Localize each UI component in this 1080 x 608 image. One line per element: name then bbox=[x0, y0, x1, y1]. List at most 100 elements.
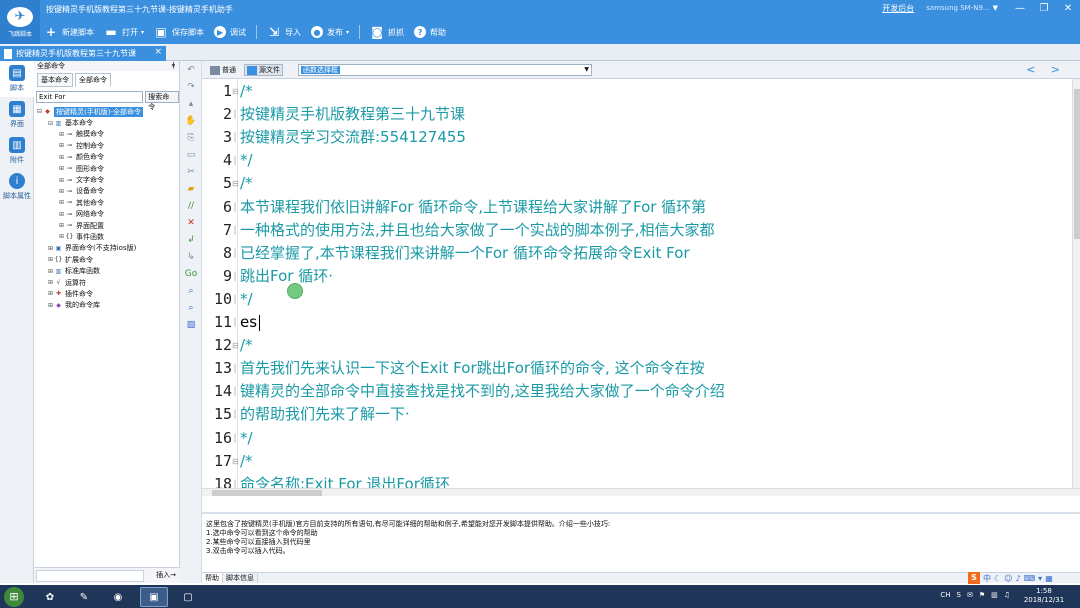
paste-icon[interactable]: ▭ bbox=[180, 146, 202, 163]
rail-item-script[interactable]: ▤ 脚本 bbox=[0, 61, 34, 97]
ime-lang[interactable]: 中 bbox=[983, 573, 991, 584]
expand-icon[interactable]: ⊞ bbox=[58, 165, 65, 172]
tree-node[interactable]: ⊞{} 事件函数 bbox=[34, 231, 179, 242]
grid-icon[interactable]: ▦ bbox=[1045, 574, 1053, 583]
tray-chat-icon[interactable]: ✉ bbox=[967, 591, 973, 599]
taskbar-brush-app-icon[interactable]: ✎ bbox=[70, 587, 98, 607]
open-button[interactable]: ▬ 打开 ▾ bbox=[104, 25, 144, 39]
shirt-icon[interactable]: ▾ bbox=[1038, 574, 1042, 583]
expand-icon[interactable]: ⊞ bbox=[58, 177, 65, 184]
minimize-button[interactable]: — bbox=[1008, 3, 1032, 14]
tray-network-icon[interactable]: ▥ bbox=[991, 591, 998, 599]
tab-close-icon[interactable]: × bbox=[154, 47, 162, 57]
taskbar-network-app-icon[interactable]: ✿ bbox=[36, 587, 64, 607]
indent-icon[interactable]: ↲ bbox=[180, 231, 202, 248]
mic-icon[interactable]: ♪ bbox=[1016, 574, 1021, 583]
outdent-icon[interactable]: ↳ bbox=[180, 248, 202, 265]
save-script-button[interactable]: ▣ 保存脚本 bbox=[154, 25, 204, 39]
code-line[interactable]: 5 ⊟/* bbox=[202, 172, 1072, 195]
publish-dropdown-icon[interactable]: ▾ bbox=[346, 29, 349, 36]
publish-button[interactable]: ● 发布 ▾ bbox=[311, 26, 349, 38]
tree-node[interactable]: ⊞ ✚ 插件命令 bbox=[34, 288, 179, 299]
scroll-thumb[interactable] bbox=[1074, 89, 1080, 239]
code-line[interactable]: 15 │ 的帮助我们先来了解一下· bbox=[202, 403, 1072, 426]
editor-vertical-scrollbar[interactable] bbox=[1072, 79, 1080, 488]
redo-icon[interactable]: ↷ bbox=[180, 78, 202, 95]
expand-icon[interactable]: ⊞ bbox=[47, 302, 54, 309]
tray-flag-icon[interactable]: ⚑ bbox=[979, 591, 985, 599]
expand-icon[interactable]: ⊞ bbox=[58, 188, 65, 195]
tray-sogou-icon[interactable]: S bbox=[956, 591, 960, 599]
tree-node[interactable]: ⊞ ⊸ 颜色命令 bbox=[34, 152, 179, 163]
replace-icon[interactable]: ⌕ bbox=[180, 299, 202, 316]
expand-icon[interactable]: ⊟ bbox=[47, 120, 54, 127]
tab-script-info[interactable]: 脚本信息 bbox=[223, 573, 258, 583]
code-line[interactable]: 16 │ */ bbox=[202, 427, 1072, 450]
insert-button[interactable]: 插入→ bbox=[156, 570, 176, 580]
tree-node[interactable]: ⊞ ⊸ 文字命令 bbox=[34, 174, 179, 185]
help-button[interactable]: ? 帮助 bbox=[414, 26, 446, 38]
tree-node[interactable]: ⊞ ⊸ 其他命令 bbox=[34, 197, 179, 208]
import-button[interactable]: ⇲ 导入 bbox=[267, 25, 301, 39]
expand-icon[interactable]: ⊞ bbox=[58, 154, 65, 161]
editor-horizontal-scrollbar[interactable] bbox=[202, 488, 1080, 496]
tree-node[interactable]: ⊞ ⊸ 触摸命令 bbox=[34, 129, 179, 140]
rail-item-ui[interactable]: ▦ 界面 bbox=[0, 97, 34, 133]
tree-node[interactable]: ⊟ ▥ 基本命令 bbox=[34, 117, 179, 128]
scroll-thumb[interactable] bbox=[212, 490, 322, 496]
copy-icon[interactable]: ⎘ bbox=[180, 129, 202, 146]
tree-node[interactable]: ⊞ √ 运算符 bbox=[34, 277, 179, 288]
code-line[interactable]: 14 │ 键精灵的全部命令中直接查找是找不到的,这里我给大家做了一个命令介绍 bbox=[202, 380, 1072, 403]
tab-all-commands[interactable]: 全部命令 bbox=[75, 73, 111, 87]
expand-icon[interactable]: ⊞ bbox=[58, 222, 65, 229]
tree-node[interactable]: ⊞ ⊸ 控制命令 bbox=[34, 140, 179, 151]
pin-icon[interactable]: ǂ bbox=[172, 61, 175, 69]
tray-volume-icon[interactable]: ♫ bbox=[1004, 591, 1010, 599]
code-line[interactable]: 11 │ es bbox=[202, 311, 1072, 334]
code-editor[interactable]: 1 ⊟/* 2 │ 按键精灵手机版教程第三十九节课 3 │ 按键精灵学习交流群:5541274… bbox=[202, 79, 1072, 488]
capture-button[interactable]: ◙ 抓抓 bbox=[370, 25, 404, 39]
code-line[interactable]: 1 ⊟/* bbox=[202, 80, 1072, 103]
tab-basic-commands[interactable]: 基本命令 bbox=[37, 73, 73, 87]
function-select[interactable]: 函数选择框 ▼ bbox=[298, 64, 592, 76]
chevron-down-icon[interactable]: ▼ bbox=[584, 65, 589, 75]
tree-node[interactable]: ⊞ ◆ 我的命令库 bbox=[34, 300, 179, 311]
up-icon[interactable]: ▴ bbox=[180, 95, 202, 112]
folder-icon[interactable]: ▰ bbox=[180, 180, 202, 197]
debug-button[interactable]: ▶ 调试 bbox=[214, 26, 246, 38]
expand-icon[interactable]: ⊞ bbox=[47, 256, 54, 263]
tree-node[interactable]: ⊟ ◆ 按键精灵(手机版)-全部命令 bbox=[34, 106, 179, 117]
expand-icon[interactable]: ⊞ bbox=[58, 199, 65, 206]
code-line[interactable]: 7 │ 一种格式的使用方法,并且也给大家做了一个实战的脚本例子,相信大家都 bbox=[202, 219, 1072, 242]
open-dropdown-icon[interactable]: ▾ bbox=[141, 29, 144, 36]
undo-icon[interactable]: ↶ bbox=[180, 61, 202, 78]
tree-node[interactable]: ⊞ ▣ 界面命令(不支持ios版) bbox=[34, 243, 179, 254]
code-line[interactable]: 17 ⊟/* bbox=[202, 450, 1072, 473]
tree-node[interactable]: ⊞{} 扩展命令 bbox=[34, 254, 179, 265]
clock[interactable]: 1:58 2018/12/31 bbox=[1016, 587, 1072, 605]
rail-item-script-properties[interactable]: i 脚本属性 bbox=[0, 169, 34, 205]
tab-lesson-39[interactable]: 按键精灵手机版教程第三十九节课 × bbox=[0, 46, 166, 61]
search-command-button[interactable]: 搜索命令 bbox=[145, 91, 179, 111]
tab-help[interactable]: 帮助 bbox=[202, 573, 223, 583]
taskbar-anjian-icon[interactable]: ▣ bbox=[140, 587, 168, 607]
code-line[interactable]: 9 │ 跳出For 循环· bbox=[202, 265, 1072, 288]
expand-icon[interactable]: ⊞ bbox=[47, 279, 54, 286]
sogou-icon[interactable]: S bbox=[968, 572, 980, 584]
goto-icon[interactable]: Go bbox=[180, 265, 202, 282]
code-line[interactable]: 6 │ 本节课程我们依旧讲解For 循环命令,上节课程给大家讲解了For 循环第 bbox=[202, 196, 1072, 219]
tree-node[interactable]: ⊞ ⊸ 界面配置 bbox=[34, 220, 179, 231]
expand-icon[interactable]: ⊞ bbox=[47, 268, 54, 275]
taskbar-chrome-icon[interactable]: ◉ bbox=[104, 587, 132, 607]
keyboard-icon[interactable]: ⌨ bbox=[1024, 574, 1036, 583]
rail-item-attachment[interactable]: ▥ 附件 bbox=[0, 133, 34, 169]
expand-icon[interactable]: ⊞ bbox=[58, 131, 65, 138]
normal-mode-button[interactable]: 普通 bbox=[210, 64, 236, 76]
code-line[interactable]: 10 │ */ bbox=[202, 288, 1072, 311]
code-line[interactable]: 13 │ 首先我们先来认识一下这个Exit For跳出For循环的命令, 这个命令在… bbox=[202, 357, 1072, 380]
back-arrow-icon[interactable]: < bbox=[1026, 63, 1035, 76]
expand-icon[interactable]: ⊞ bbox=[58, 211, 65, 218]
code-line[interactable]: 3 │ 按键精灵学习交流群:554127455 bbox=[202, 126, 1072, 149]
code-line[interactable]: 18 │ 命令名称:Exit For 退出For循环 bbox=[202, 473, 1072, 488]
command-search-input[interactable]: Exit For bbox=[36, 91, 144, 103]
